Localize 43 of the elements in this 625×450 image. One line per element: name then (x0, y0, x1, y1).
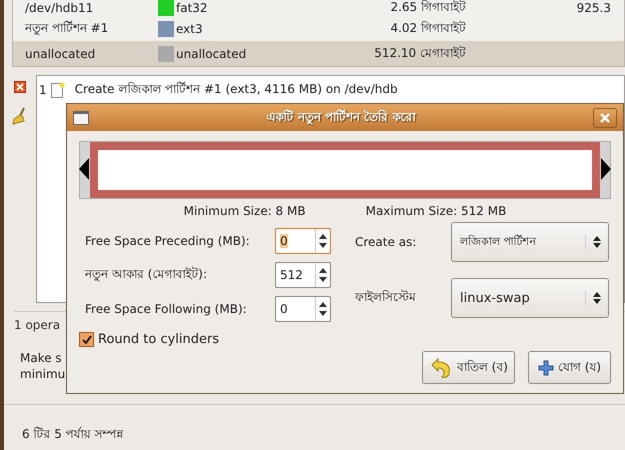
partition-column-4: 925.3 (466, 1, 611, 15)
close-button[interactable] (593, 108, 617, 128)
spin-arrows-icon (319, 266, 327, 284)
plus-icon (538, 360, 554, 376)
window-icon (73, 110, 89, 124)
spin-label: নতুন আকার (মেগাবাইট): (85, 266, 208, 284)
spin-arrows-icon (319, 232, 327, 250)
filesystem-name: unallocated (176, 46, 248, 60)
add-button[interactable]: যোগ (য) (528, 351, 611, 384)
message-text: minimu (20, 366, 66, 382)
partition-row[interactable]: unallocated unallocated 512.10 মেগাবাইট (13, 41, 624, 66)
operation-number: 1 (39, 83, 47, 97)
checkbox-label: Round to cylinders (98, 332, 220, 347)
message-text: Make s (20, 350, 62, 366)
dropdown[interactable]: linux-swap (451, 278, 609, 318)
document-icon (50, 82, 65, 98)
partition-row[interactable]: নতুন পার্টিশন #1 ext3 4.02 গিগাবাইট (13, 16, 624, 41)
number-spin-field[interactable]: 0 (275, 296, 331, 322)
spin-label: Free Space Preceding (MB): (85, 234, 251, 248)
filesystem-name: ext3 (176, 22, 204, 36)
minimum-size-label: Minimum Size: 8 MB (184, 204, 306, 218)
maximum-size-label: Maximum Size: 512 MB (366, 204, 506, 218)
operation-text: Create লজিকাল পার্টিশন #1 (ext3, 4116 MB) on /dev/hdb (74, 80, 398, 98)
undo-arrow-icon (428, 356, 453, 378)
number-spin-field[interactable]: 0 (275, 228, 331, 254)
partition-name: unallocated (24, 46, 96, 60)
operation-row[interactable]: 1 Create লজিকাল পার্টিশন #1 (ext3, 4116 MB) on /dev/hdb (39, 80, 624, 100)
number-spin-field[interactable]: 512 (275, 262, 331, 288)
spin-arrows-icon (319, 300, 327, 318)
close-icon (600, 112, 610, 122)
remove-icon[interactable] (14, 81, 26, 93)
round-checkbox[interactable] (79, 332, 94, 347)
partition-name: /dev/hdb11 (24, 1, 94, 15)
combo-label: ফাইলসিস্টেম (355, 288, 417, 306)
combo-label: Create as: (355, 235, 418, 249)
cancel-button[interactable]: বাতিল (ব) (422, 351, 515, 384)
dialog-title: একটি নতুন পার্টিশন তৈরি করো (266, 108, 418, 127)
partition-size: 4.02 গিগাবাইট (389, 20, 466, 36)
dropdown[interactable]: লজিকাল পার্টিশন (451, 222, 609, 262)
partition-size: 512.10 মেগাবাইট (373, 44, 466, 62)
filesystem-name: fat32 (176, 1, 209, 15)
status-text: 6 টির 5 পর্যায় সম্পন্ন (4, 404, 625, 445)
partition-name: নতুন পার্টিশন #1 (24, 20, 110, 38)
